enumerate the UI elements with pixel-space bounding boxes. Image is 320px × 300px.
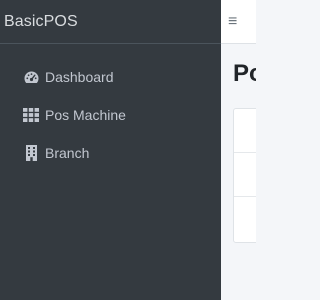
grid-icon — [22, 106, 40, 124]
content-card — [233, 108, 256, 243]
menu-toggle-icon[interactable]: ≡ — [228, 13, 237, 30]
sidebar-item-dashboard[interactable]: Dashboard — [0, 58, 221, 96]
brand-text: BasicPOS — [4, 12, 78, 30]
sidebar-item-label: Pos Machine — [45, 107, 126, 123]
sidebar-item-label: Dashboard — [45, 69, 114, 85]
tachometer-icon — [22, 68, 40, 86]
table-row — [234, 109, 256, 153]
table-row — [234, 153, 256, 197]
brand-link[interactable]: BasicPOS — [0, 0, 221, 44]
sidebar-item-label: Branch — [45, 145, 90, 161]
sidebar-item-pos-machine[interactable]: Pos Machine — [0, 96, 221, 134]
sidebar-nav: Dashboard Pos Machine Branch — [0, 44, 221, 172]
top-navbar: ≡ — [221, 0, 256, 44]
sidebar: BasicPOS Dashboard Pos Machine Branch — [0, 0, 221, 300]
building-icon — [22, 144, 40, 162]
main-content: ≡ Po — [221, 0, 256, 300]
table-row — [234, 197, 256, 241]
page-title: Po — [233, 60, 256, 87]
sidebar-item-branch[interactable]: Branch — [0, 134, 221, 172]
